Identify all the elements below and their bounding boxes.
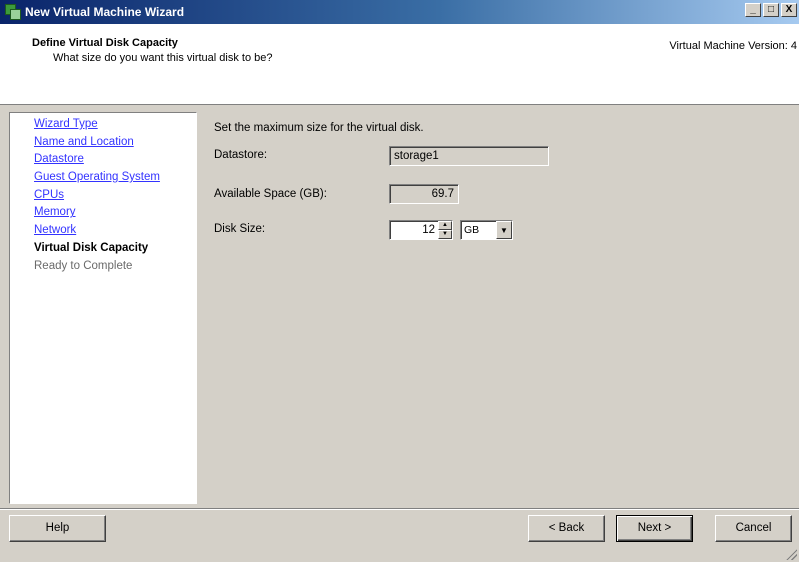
- instruction-text: Set the maximum size for the virtual dis…: [214, 122, 424, 134]
- step-memory: Memory: [34, 204, 196, 222]
- step-link[interactable]: Memory: [34, 206, 76, 218]
- title-bar[interactable]: New Virtual Machine Wizard _ □ X: [0, 0, 799, 24]
- step-link[interactable]: Guest Operating System: [34, 171, 160, 183]
- datastore-label: Datastore:: [214, 149, 268, 161]
- maximize-button[interactable]: □: [763, 3, 779, 17]
- step-ready-to-complete: Ready to Complete: [34, 258, 196, 276]
- step-link[interactable]: Wizard Type: [34, 118, 98, 130]
- step-link[interactable]: Name and Location: [34, 136, 134, 148]
- wizard-step-list: Wizard Type Name and Location Datastore …: [9, 112, 197, 504]
- spin-down-arrow-icon[interactable]: ▼: [438, 230, 452, 239]
- window-title: New Virtual Machine Wizard: [25, 5, 185, 19]
- disk-size-stepper[interactable]: 12 ▲ ▼: [389, 220, 453, 240]
- disk-unit-select[interactable]: GB ▼: [460, 220, 513, 240]
- step-datastore: Datastore: [34, 151, 196, 169]
- pending-step-label: Ready to Complete: [34, 259, 133, 272]
- step-link[interactable]: CPUs: [34, 189, 64, 201]
- datastore-field: storage1: [389, 146, 549, 166]
- back-button[interactable]: < Back: [528, 515, 605, 542]
- step-network: Network: [34, 222, 196, 240]
- close-button[interactable]: X: [781, 3, 797, 17]
- step-name-and-location: Name and Location: [34, 134, 196, 152]
- wizard-header: Define Virtual Disk Capacity What size d…: [0, 24, 799, 105]
- current-step-label: Virtual Disk Capacity: [34, 241, 149, 254]
- next-button[interactable]: Next >: [616, 515, 693, 542]
- spin-up-arrow-icon[interactable]: ▲: [438, 221, 452, 230]
- chevron-down-icon[interactable]: ▼: [496, 221, 512, 239]
- vm-wizard-app-icon: [5, 4, 21, 20]
- resize-grip-icon[interactable]: [785, 548, 797, 560]
- disk-unit-value: GB: [464, 224, 480, 236]
- disk-size-input[interactable]: 12: [390, 221, 438, 239]
- step-link[interactable]: Network: [34, 224, 76, 236]
- step-guest-os: Guest Operating System: [34, 169, 196, 187]
- page-subtitle: What size do you want this virtual disk …: [53, 52, 273, 64]
- vm-version-label: Virtual Machine Version: 4: [669, 40, 797, 52]
- footer-divider: [0, 508, 799, 510]
- disk-size-label: Disk Size:: [214, 223, 266, 235]
- wizard-content: Set the maximum size for the virtual dis…: [214, 112, 794, 504]
- minimize-button[interactable]: _: [745, 3, 761, 17]
- step-virtual-disk-capacity: Virtual Disk Capacity: [34, 240, 196, 258]
- step-cpus: CPUs: [34, 187, 196, 205]
- help-button[interactable]: Help: [9, 515, 106, 542]
- available-space-label: Available Space (GB):: [214, 188, 327, 200]
- step-link[interactable]: Datastore: [34, 153, 84, 165]
- step-wizard-type: Wizard Type: [34, 116, 196, 134]
- page-title: Define Virtual Disk Capacity: [32, 37, 178, 49]
- cancel-button[interactable]: Cancel: [715, 515, 792, 542]
- available-space-field: 69.7: [389, 184, 459, 204]
